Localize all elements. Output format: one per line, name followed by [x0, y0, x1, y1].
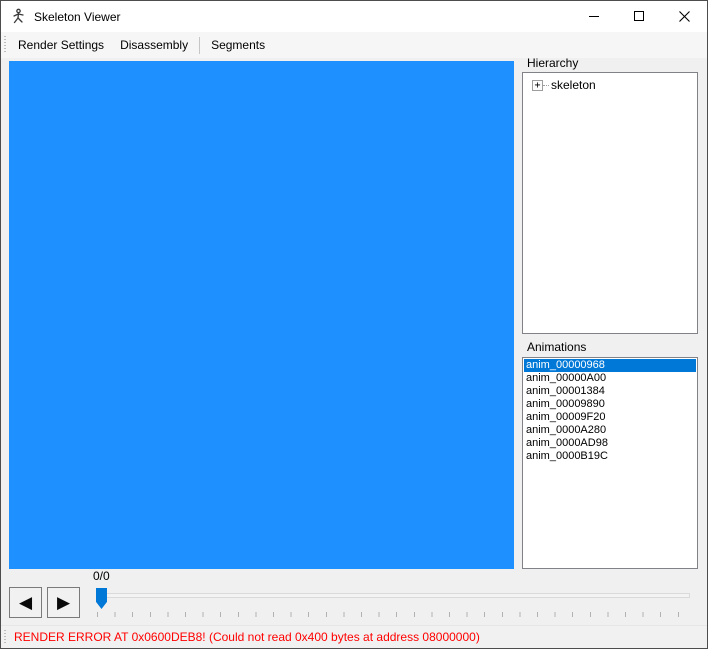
- next-frame-button[interactable]: ▶: [47, 587, 80, 618]
- animations-label: Animations: [527, 340, 586, 354]
- tree-node-skeleton[interactable]: + skeleton: [532, 78, 697, 92]
- skeleton-viewer-window: Skeleton Viewer Render Settings Disassem…: [0, 0, 708, 649]
- list-item[interactable]: anim_00009F20: [524, 411, 696, 424]
- close-button[interactable]: [662, 1, 707, 32]
- close-icon: [679, 11, 690, 22]
- list-item[interactable]: anim_0000B19C: [524, 450, 696, 463]
- menu-disassembly[interactable]: Disassembly: [112, 34, 196, 56]
- frame-slider-ticks: [97, 612, 689, 617]
- next-frame-icon: ▶: [57, 593, 70, 613]
- toolstrip-grip[interactable]: [4, 36, 6, 54]
- animations-list[interactable]: anim_00000968 anim_00000A00 anim_0000138…: [522, 357, 698, 569]
- status-bar: RENDER ERROR AT 0x0600DEB8! (Could not r…: [1, 625, 707, 648]
- list-item[interactable]: anim_0000AD98: [524, 437, 696, 450]
- list-item[interactable]: anim_00000A00: [524, 372, 696, 385]
- list-item[interactable]: anim_0000A280: [524, 424, 696, 437]
- prev-frame-button[interactable]: ◀: [9, 587, 42, 618]
- minimize-button[interactable]: [572, 1, 617, 32]
- render-error-message: RENDER ERROR AT 0x0600DEB8! (Could not r…: [14, 630, 480, 644]
- maximize-button[interactable]: [617, 1, 662, 32]
- hierarchy-tree[interactable]: + skeleton: [522, 72, 698, 334]
- minimize-icon: [589, 11, 600, 22]
- frame-counter: 0/0: [93, 569, 110, 583]
- frame-slider-thumb[interactable]: [96, 588, 107, 609]
- menu-render-settings[interactable]: Render Settings: [10, 34, 112, 56]
- hierarchy-label: Hierarchy: [527, 56, 578, 70]
- list-item[interactable]: anim_00001384: [524, 385, 696, 398]
- skeleton-icon: [10, 8, 27, 25]
- menu-separator: [199, 37, 200, 54]
- frame-slider-track[interactable]: [96, 593, 690, 598]
- list-item[interactable]: anim_00000968: [524, 359, 696, 372]
- window-title: Skeleton Viewer: [34, 10, 121, 24]
- statusbar-grip: [4, 630, 6, 644]
- menu-bar: Render Settings Disassembly Segments: [1, 32, 707, 58]
- menu-segments[interactable]: Segments: [203, 34, 273, 56]
- prev-frame-icon: ◀: [19, 593, 32, 613]
- tree-connector: [543, 85, 549, 86]
- tree-expand-icon[interactable]: +: [532, 80, 543, 91]
- list-item[interactable]: anim_00009890: [524, 398, 696, 411]
- title-bar: Skeleton Viewer: [1, 1, 707, 32]
- maximize-icon: [634, 11, 645, 22]
- render-viewport[interactable]: [9, 61, 514, 569]
- tree-node-label[interactable]: skeleton: [551, 78, 596, 92]
